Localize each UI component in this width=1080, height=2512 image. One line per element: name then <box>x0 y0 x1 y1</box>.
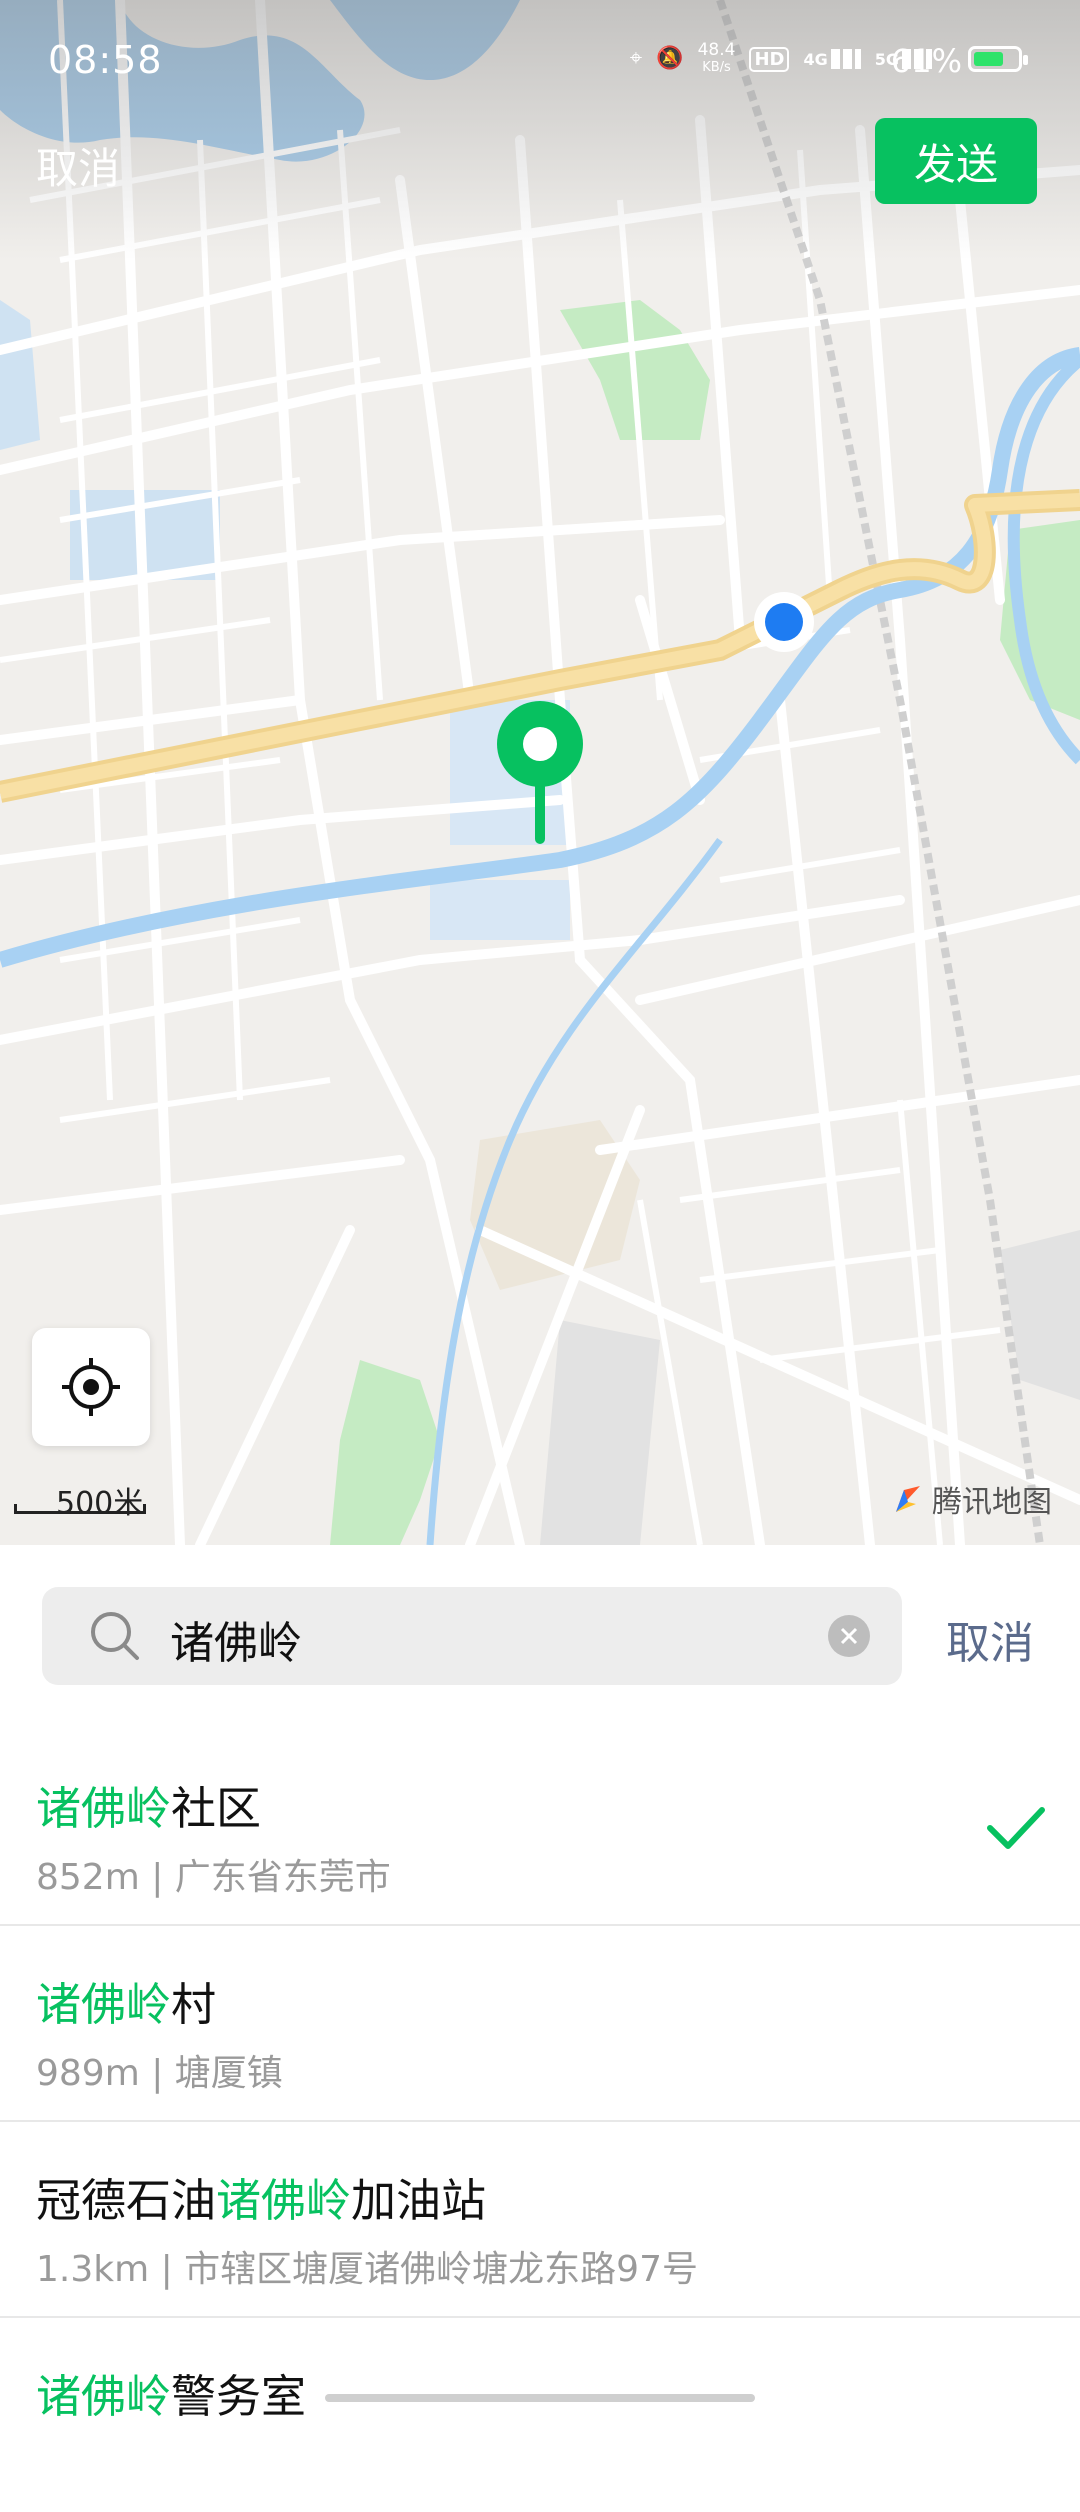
signal-bars-icon <box>830 49 861 69</box>
result-subtitle: 989m | 塘厦镇 <box>36 2053 283 2094</box>
mute-bell-icon: 🔕 <box>656 46 684 71</box>
result-title: 诸佛岭社区 <box>36 1772 261 1837</box>
search-query[interactable]: 诸佛岭 <box>170 1607 302 1671</box>
search-input[interactable]: 诸佛岭 <box>42 1587 902 1685</box>
signal-4g: 4G <box>803 49 861 69</box>
result-title-highlight: 诸佛岭 <box>36 1782 172 1835</box>
net-speed: 48.4 KB/s <box>698 42 736 76</box>
result-title-highlight: 诸佛岭 <box>36 2370 172 2423</box>
result-title-suffix: 社区 <box>171 1782 262 1835</box>
result-title-suffix: 村 <box>171 1978 217 2031</box>
checkmark-icon <box>987 1807 1045 1849</box>
net-speed-value: 48.4 <box>697 40 736 60</box>
result-item[interactable]: 诸佛岭村 989m | 塘厦镇 <box>0 1926 1080 2122</box>
close-icon <box>840 1627 858 1645</box>
battery-percent: 61% <box>890 42 962 80</box>
cancel-search-button[interactable]: 取消 <box>946 1607 1034 1671</box>
map-scale: 500米 <box>14 1478 146 1521</box>
clear-search-icon[interactable] <box>828 1615 870 1657</box>
location-status-icon: ⌖ <box>629 46 643 71</box>
search-sheet: 诸佛岭 取消 诸佛岭社区 852m | 广东省东莞市 诸佛岭村 989m | 塘… <box>0 1545 1080 2423</box>
status-time: 08:58 <box>48 38 163 82</box>
home-indicator[interactable] <box>325 2394 755 2402</box>
locate-me-button[interactable] <box>32 1328 150 1446</box>
current-location-dot <box>754 592 814 652</box>
signal-4g-label: 4G <box>803 50 828 69</box>
result-title-highlight: 诸佛岭 <box>36 1978 172 2031</box>
result-title-highlight: 诸佛岭 <box>216 2174 352 2227</box>
result-title: 诸佛岭村 <box>36 1968 216 2033</box>
battery-icon <box>968 46 1028 72</box>
map-brand-label: 腾讯地图 <box>932 1485 1052 1520</box>
result-subtitle: 1.3km | 市辖区塘厦诸佛岭塘龙东路97号 <box>36 2249 698 2290</box>
status-bar: 08:58 ⌖ 🔕 48.4 KB/s HD 4G 5G 61% <box>0 0 1080 120</box>
search-icon <box>91 1612 139 1660</box>
map-scale-label: 500米 <box>56 1486 144 1521</box>
status-icons: ⌖ 🔕 48.4 KB/s HD 4G 5G <box>630 42 932 76</box>
map-brand: 腾讯地图 <box>890 1477 1052 1521</box>
result-title: 诸佛岭警务室 <box>36 2360 306 2425</box>
map-view[interactable] <box>0 0 1080 1545</box>
net-speed-unit: KB/s <box>702 60 731 75</box>
crosshair-icon <box>62 1358 120 1416</box>
map-scale-bar <box>14 1504 146 1514</box>
result-item[interactable]: 诸佛岭社区 852m | 广东省东莞市 <box>0 1730 1080 1926</box>
tencent-map-logo-icon <box>896 1486 920 1512</box>
result-title-prefix: 冠德石油 <box>36 2174 217 2227</box>
result-title: 冠德石油诸佛岭加油站 <box>36 2164 486 2229</box>
cancel-button[interactable]: 取消 <box>36 135 120 196</box>
result-item[interactable]: 冠德石油诸佛岭加油站 1.3km | 市辖区塘厦诸佛岭塘龙东路97号 <box>0 2122 1080 2318</box>
result-subtitle: 852m | 广东省东莞市 <box>36 1857 391 1898</box>
result-item[interactable]: 诸佛岭警务室 <box>0 2318 1080 2512</box>
hd-icon: HD <box>749 46 790 72</box>
send-button[interactable]: 发送 <box>875 118 1037 204</box>
result-title-suffix: 警务室 <box>171 2370 307 2423</box>
result-title-suffix: 加油站 <box>351 2174 487 2227</box>
